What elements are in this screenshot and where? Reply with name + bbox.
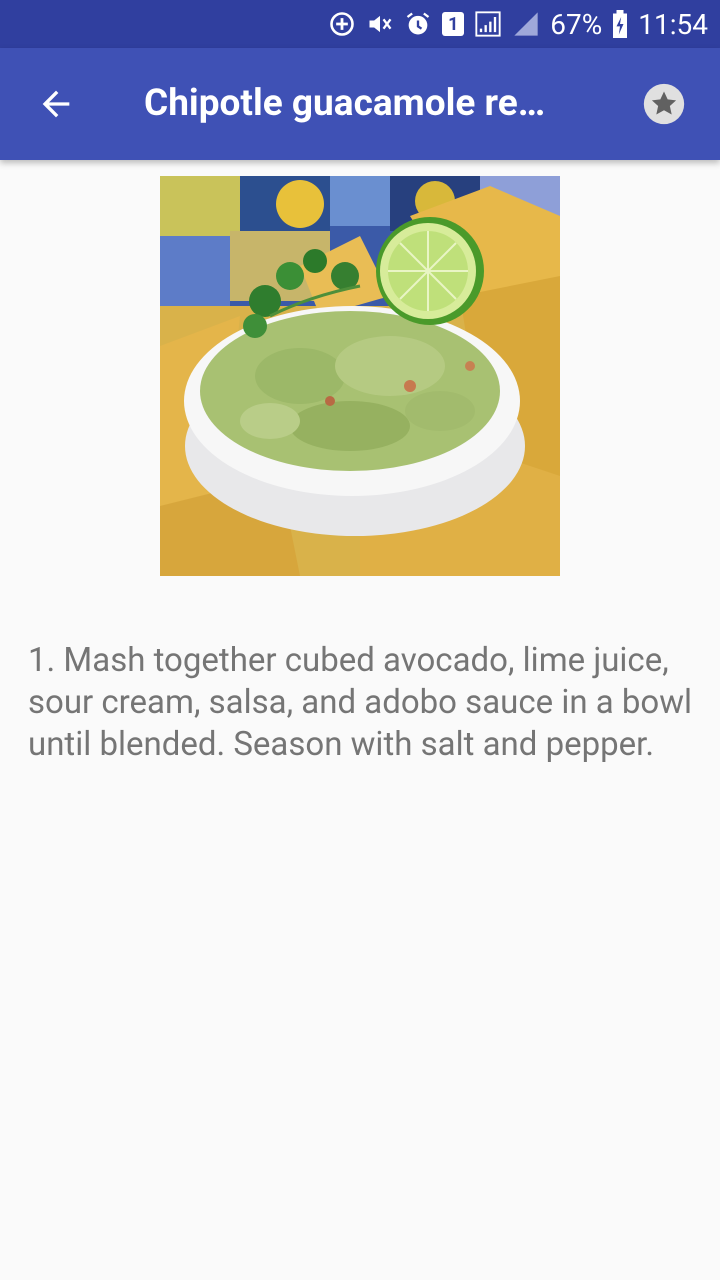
signal-icon-2 xyxy=(512,10,540,38)
favorite-button[interactable] xyxy=(636,76,692,132)
page-title: Chipotle guacamole re… xyxy=(144,82,546,125)
guacamole-image xyxy=(160,176,560,576)
app-bar: Chipotle guacamole re… xyxy=(0,48,720,160)
signal-icon xyxy=(474,10,502,38)
clock: 11:54 xyxy=(638,7,708,41)
battery-percent: 67% xyxy=(550,7,603,41)
data-saver-icon xyxy=(328,10,356,38)
alarm-icon xyxy=(404,10,432,38)
recipe-photo xyxy=(160,176,560,576)
mute-icon xyxy=(366,10,394,38)
sim-badge: 1 xyxy=(448,13,459,35)
arrow-back-icon xyxy=(42,90,70,118)
status-bar: 1 67% 11:54 xyxy=(0,0,720,48)
sim-icon: 1 xyxy=(442,12,465,36)
battery-icon xyxy=(612,10,628,38)
back-button[interactable] xyxy=(30,78,82,130)
recipe-instructions: 1. Mash together cubed avocado, lime jui… xyxy=(28,641,693,764)
star-icon xyxy=(643,83,685,125)
